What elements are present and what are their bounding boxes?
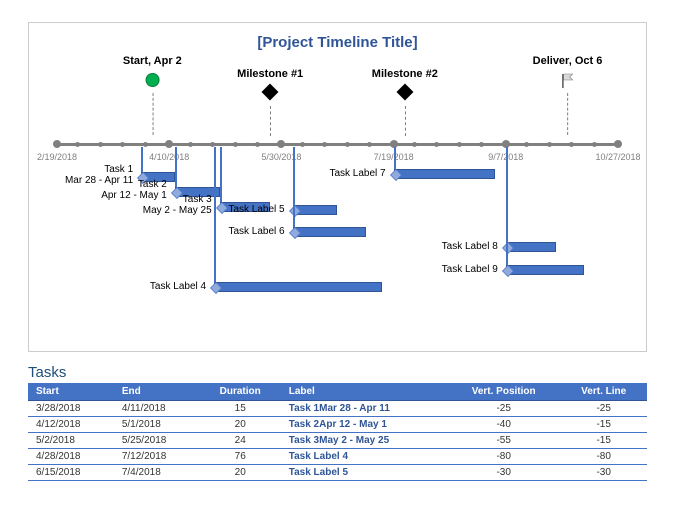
timeline-chart: [Project Timeline Title] 2/19/20184/10/2… [28,22,647,352]
cell-end[interactable]: 7/12/2018 [114,449,200,465]
col-duration: Duration [200,383,281,401]
cell-vpos[interactable]: -55 [447,433,560,449]
axis-line [57,143,618,146]
task-label: Task Label 5 [228,204,284,215]
cell-label[interactable]: Task 3May 2 - May 25 [281,433,447,449]
task-dates: May 2 - May 25 [143,205,212,216]
col-start: Start [28,383,114,401]
cell-vline[interactable]: -80 [560,449,647,465]
task-drop-line [220,147,222,202]
task-drop-line [214,147,216,282]
tasks-table-header-row: Start End Duration Label Vert. Position … [28,383,647,401]
flag-icon [560,73,576,89]
cell-label[interactable]: Task Label 4 [281,449,447,465]
task-label: Task 2 [101,179,167,190]
task-range-bar [293,205,338,215]
col-label: Label [281,383,447,401]
cell-label[interactable]: Task 1Mar 28 - Apr 11 [281,401,447,417]
table-row[interactable]: 3/28/20184/11/201815Task 1Mar 28 - Apr 1… [28,401,647,417]
cell-duration[interactable]: 20 [200,465,281,481]
milestone-stem [568,93,569,135]
cell-vline[interactable]: -15 [560,417,647,433]
task-label-group: Task Label 7 [329,168,393,179]
cell-vline[interactable]: -15 [560,433,647,449]
task-drop-line [175,147,177,187]
milestone-label: Deliver, Oct 6 [533,55,603,67]
task-drop-line [293,147,295,227]
cell-duration[interactable]: 76 [200,449,281,465]
tasks-section-title: Tasks [28,364,647,381]
table-row[interactable]: 4/12/20185/1/201820Task 2Apr 12 - May 1-… [28,417,647,433]
tasks-table: Start End Duration Label Vert. Position … [28,383,647,481]
task-label: Task 3 [143,194,212,205]
milestone: Milestone #2 [372,68,438,98]
task-label: Task 1 [65,164,133,175]
milestone: Deliver, Oct 6 [533,55,603,89]
cell-end[interactable]: 5/1/2018 [114,417,200,433]
chart-title: [Project Timeline Title] [57,34,618,51]
cell-start[interactable]: 5/2/2018 [28,433,114,449]
task-label: Task Label 9 [442,264,498,275]
milestone-label: Milestone #1 [237,68,303,80]
milestone-label: Start, Apr 2 [123,55,182,67]
task-label: Task Label 4 [150,281,206,292]
cell-start[interactable]: 4/28/2018 [28,449,114,465]
task-range-bar [293,227,366,237]
cell-vline[interactable]: -30 [560,465,647,481]
cell-start[interactable]: 4/12/2018 [28,417,114,433]
cell-end[interactable]: 4/11/2018 [114,401,200,417]
start-circle-icon [145,73,159,87]
task-label: Task Label 7 [329,168,385,179]
milestone: Start, Apr 2 [123,55,182,87]
col-vpos: Vert. Position [447,383,560,401]
cell-label[interactable]: Task Label 5 [281,465,447,481]
cell-label[interactable]: Task 2Apr 12 - May 1 [281,417,447,433]
task-label-group: Task Label 6 [228,226,292,237]
milestone: Milestone #1 [237,68,303,98]
task-range-bar [214,282,382,292]
milestone-stem [152,93,153,135]
col-end: End [114,383,200,401]
cell-vpos[interactable]: -80 [447,449,560,465]
task-range-bar [506,242,556,252]
cell-duration[interactable]: 20 [200,417,281,433]
task-drop-line [506,147,508,265]
cell-vpos[interactable]: -30 [447,465,560,481]
task-range-bar [394,169,495,179]
table-row[interactable]: 5/2/20185/25/201824Task 3May 2 - May 25-… [28,433,647,449]
task-label: Task Label 8 [442,241,498,252]
task-layer: Task 1Mar 28 - Apr 11Task 2Apr 12 - May … [57,147,618,343]
cell-duration[interactable]: 24 [200,433,281,449]
task-label-group: Task Label 9 [442,264,506,275]
milestone-stem [405,106,406,136]
milestone-diamond-icon [396,84,413,101]
cell-vpos[interactable]: -40 [447,417,560,433]
col-vline: Vert. Line [560,383,647,401]
task-range-bar [506,265,585,275]
task-label: Task Label 6 [228,226,284,237]
task-drop-line [141,147,143,172]
milestone-diamond-icon [262,84,279,101]
task-label-group: Task Label 5 [228,204,292,215]
cell-end[interactable]: 5/25/2018 [114,433,200,449]
table-row[interactable]: 4/28/20187/12/201876Task Label 4-80-80 [28,449,647,465]
task-label-group: Task Label 4 [150,281,214,292]
milestone-label: Milestone #2 [372,68,438,80]
cell-vline[interactable]: -25 [560,401,647,417]
cell-vpos[interactable]: -25 [447,401,560,417]
task-label-group: Task 3May 2 - May 25 [143,194,220,216]
task-label-group: Task Label 8 [442,241,506,252]
table-row[interactable]: 6/15/20187/4/201820Task Label 5-30-30 [28,465,647,481]
cell-start[interactable]: 6/15/2018 [28,465,114,481]
milestone-stem [270,106,271,136]
task-drop-line [394,147,396,169]
cell-start[interactable]: 3/28/2018 [28,401,114,417]
cell-end[interactable]: 7/4/2018 [114,465,200,481]
cell-duration[interactable]: 15 [200,401,281,417]
